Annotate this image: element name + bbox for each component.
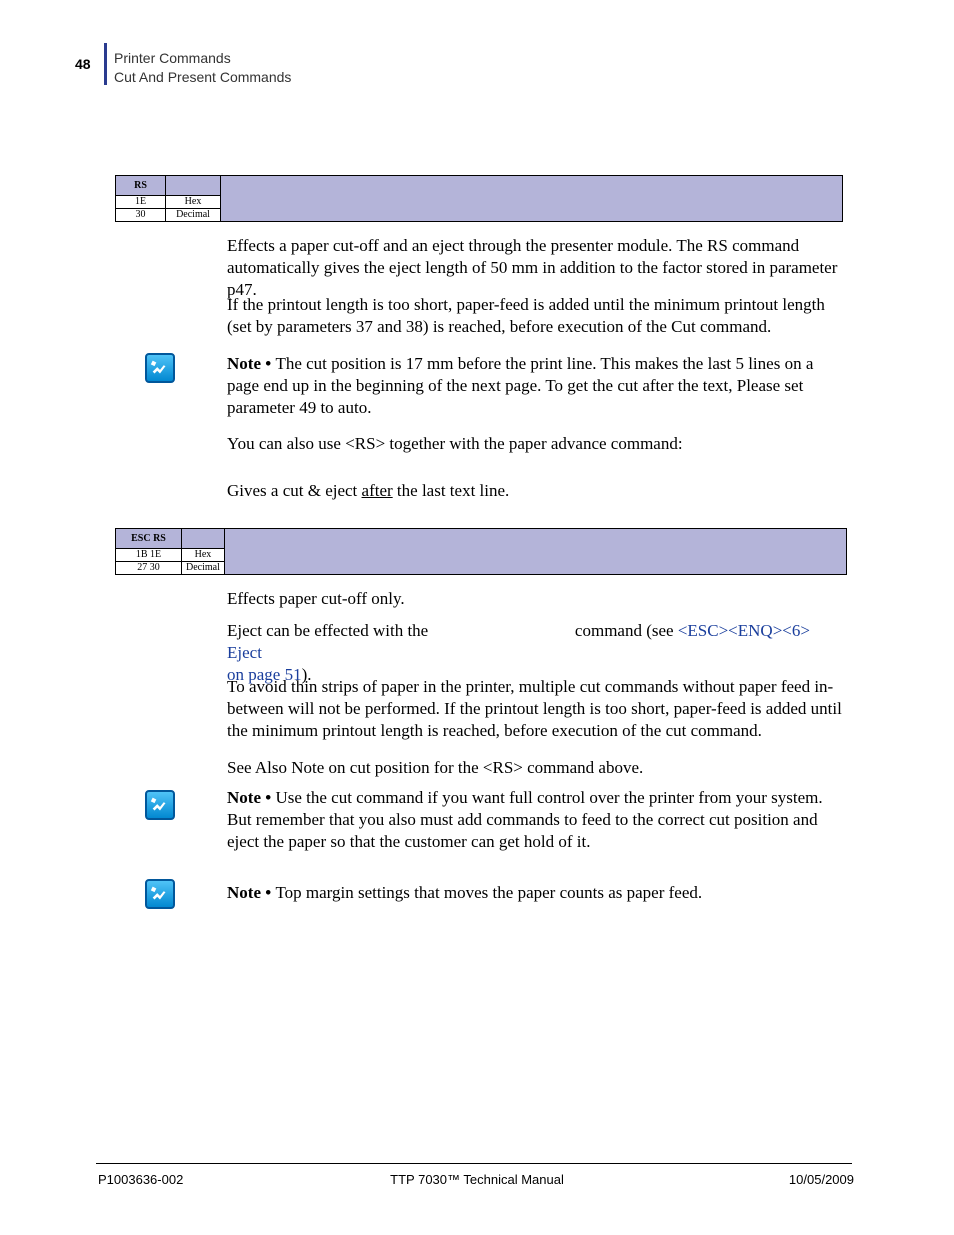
note-paragraph: Note • The cut position is 17 mm before … [227,353,847,419]
footer-divider [96,1163,852,1164]
page-number-top: 48 [75,56,91,72]
note-label: Note • [227,354,275,373]
note-text: Top margin settings that moves the paper… [275,883,702,902]
note-icon [145,790,175,820]
paragraph: See Also Note on cut position for the <R… [227,757,847,779]
paragraph: If the printout length is too short, pap… [227,294,847,338]
cmd-cell: RS [116,176,166,196]
note-icon [145,353,175,383]
cmd-cell: Hex [182,549,225,562]
paragraph: Effects paper cut-off only. [227,588,847,610]
command-table-rs: RS 1E Hex 30 Decimal [115,175,843,222]
note-text: The cut position is 17 mm before the pri… [227,354,813,417]
note-label: Note • [227,883,275,902]
cmd-cell [182,529,225,549]
section-title-esc-rs: <ESC><RS> Cut Only [227,495,452,521]
header-subtitle: Cut And Present Commands [114,69,291,85]
text-part: command (see [571,621,678,640]
cmd-cell: Decimal [182,562,225,575]
cmd-cell: ESC RS [116,529,182,549]
note-paragraph: Note • Top margin settings that moves th… [227,882,847,904]
header-accent-bar [104,43,107,85]
cmd-cell-wide [224,529,846,575]
section-title-rs: <RS> Cut and Eject [227,140,430,166]
note-text: Use the cut command if you want full con… [227,788,823,851]
cmd-cell: Decimal [166,209,221,222]
note-paragraph: Note • Use the cut command if you want f… [227,787,847,853]
paragraph: Effects a paper cut-off and an eject thr… [227,235,847,301]
paragraph: To avoid thin strips of paper in the pri… [227,676,847,742]
text-part: Eject can be effected with the [227,621,432,640]
cmd-cell: Hex [166,196,221,209]
footer-right: 10/05/2009 [789,1172,854,1187]
header-title: Printer Commands [114,50,231,66]
cmd-cell: 27 30 [116,562,182,575]
cmd-cell-wide [221,176,843,222]
hidden-text: <ENQ> Send Status [432,621,570,640]
cmd-cell: 1E [116,196,166,209]
cmd-cell: 1B 1E [116,549,182,562]
note-label: Note • [227,788,275,807]
note-icon [145,879,175,909]
cmd-cell: 30 [116,209,166,222]
command-table-esc-rs: ESC RS 1B 1E Hex 27 30 Decimal [115,528,847,575]
cmd-cell [166,176,221,196]
paragraph: You can also use <RS> together with the … [227,433,847,455]
